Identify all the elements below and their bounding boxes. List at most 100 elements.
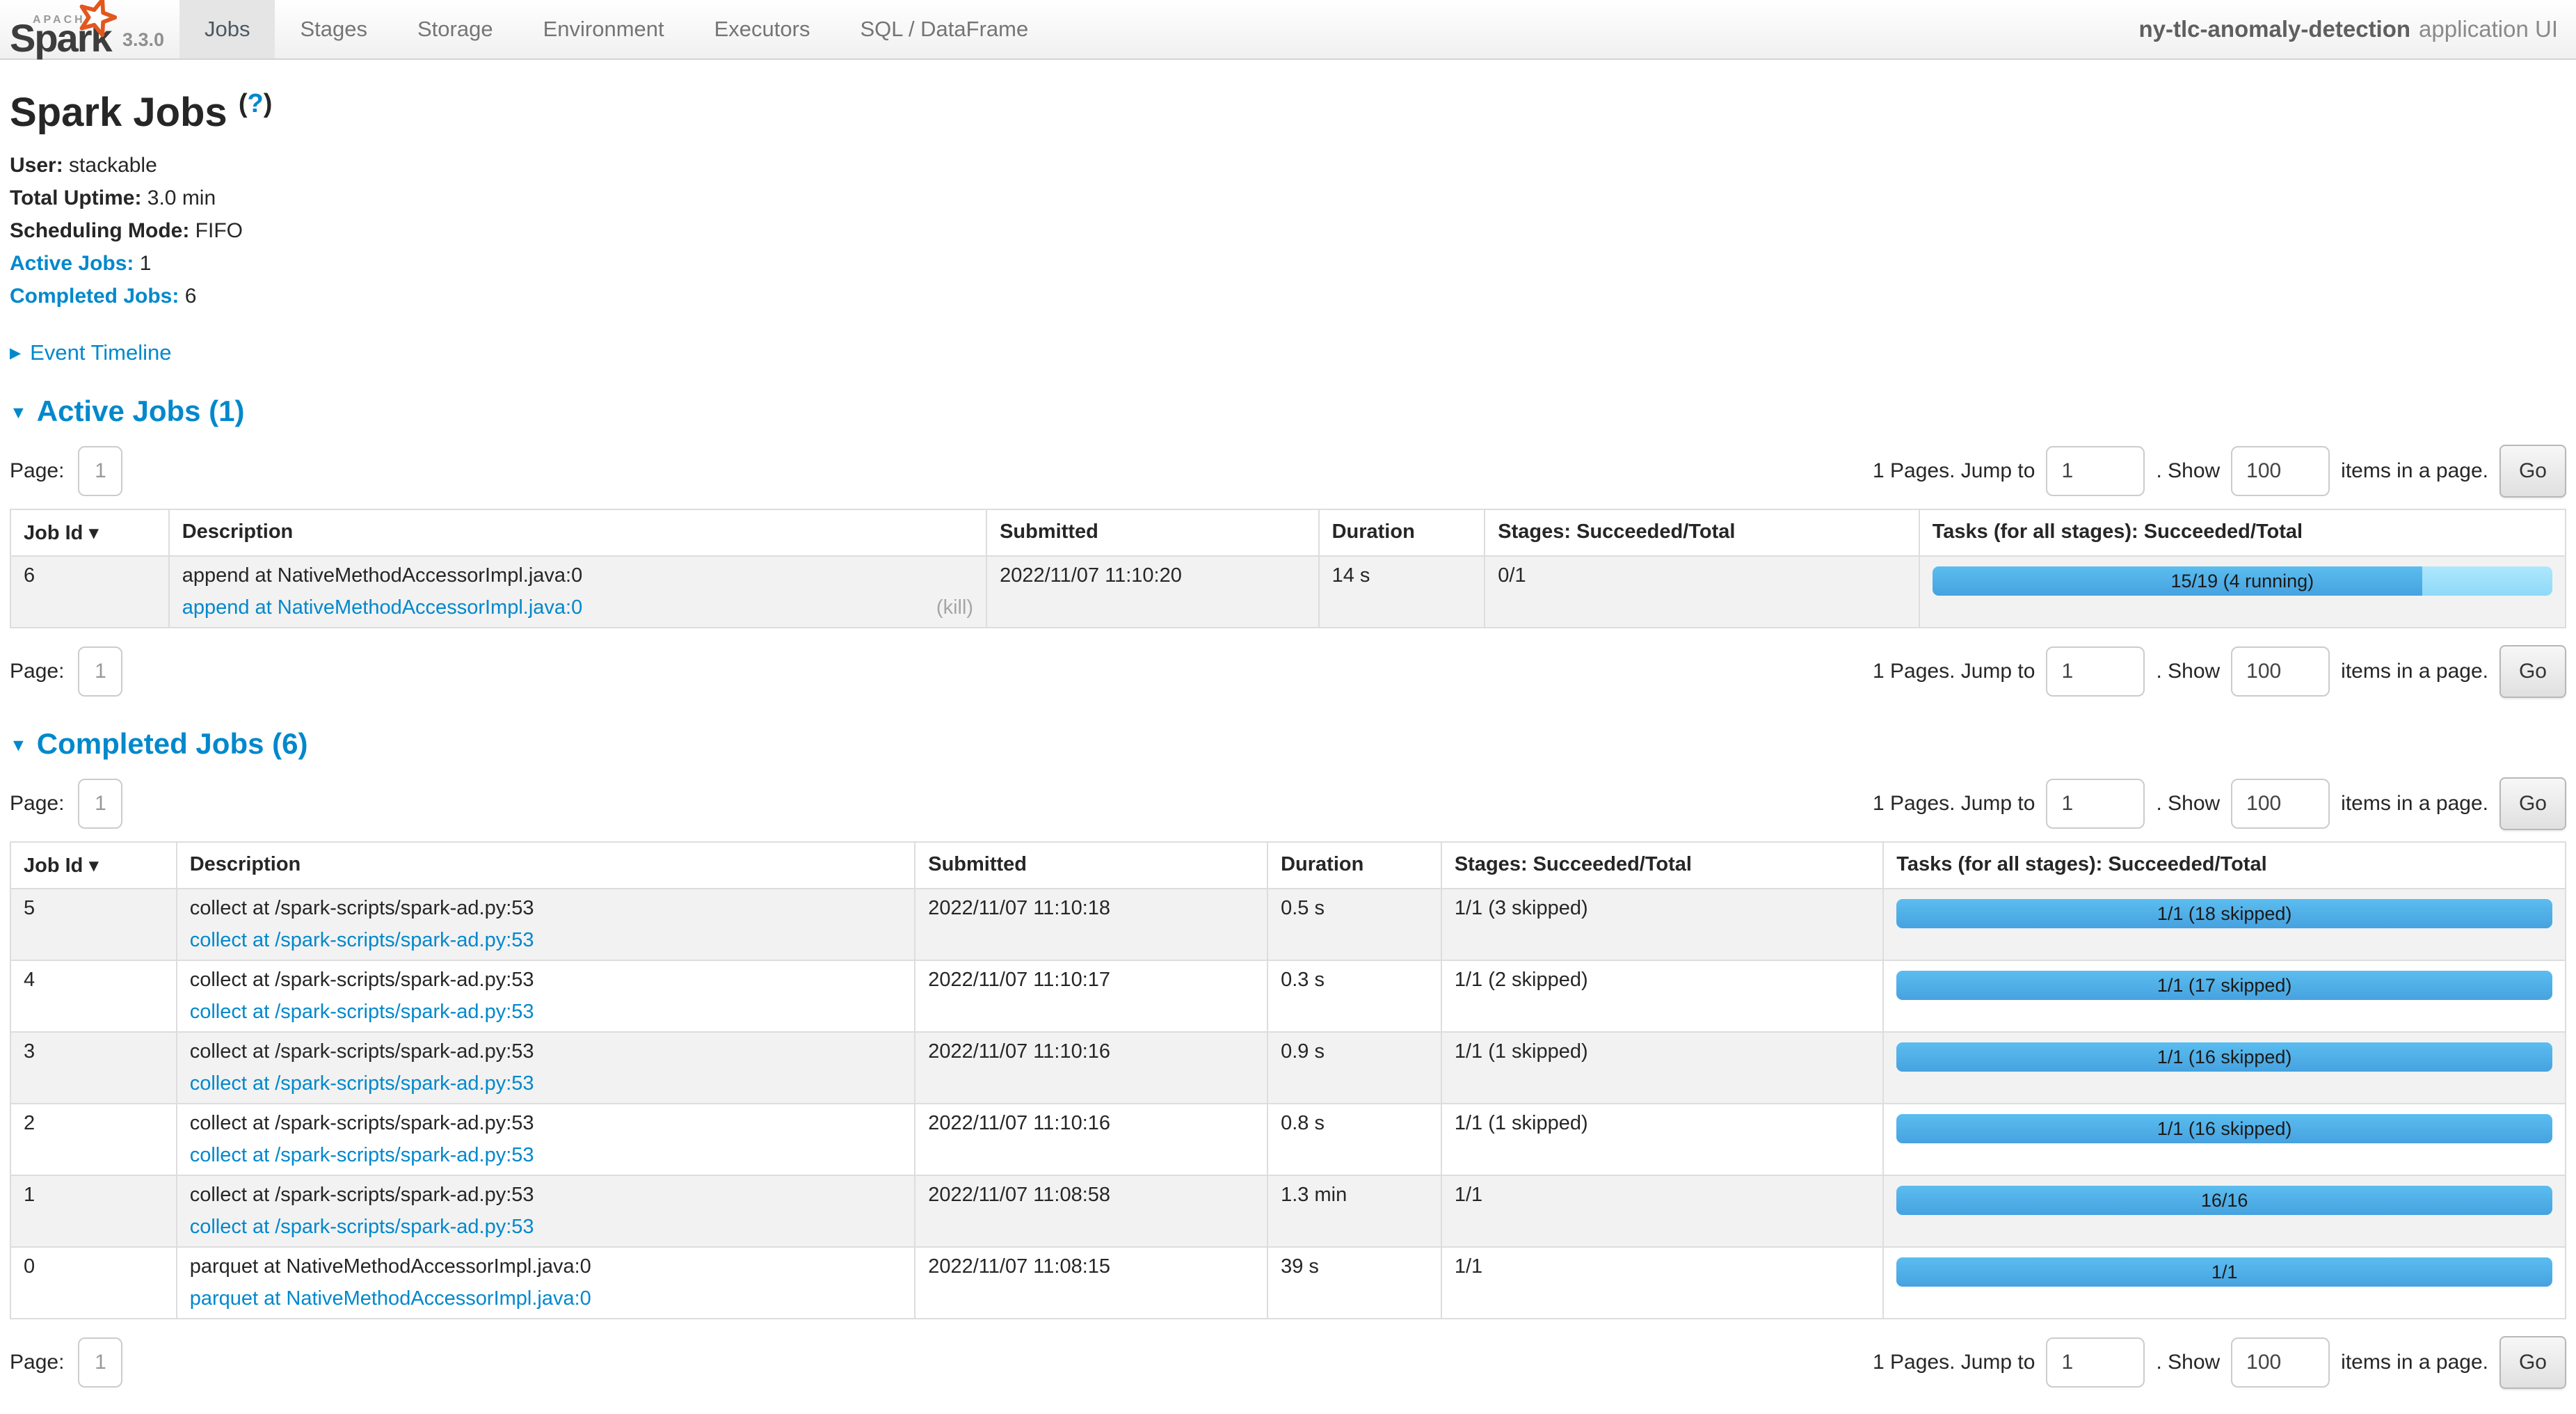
submitted-cell: 2022/11/07 11:10:16 xyxy=(915,1104,1267,1175)
summary-scheduling-value: FIFO xyxy=(195,219,243,242)
help-question-mark[interactable]: ? xyxy=(247,89,263,118)
current-page-button[interactable]: 1 xyxy=(78,1337,122,1388)
active-jobs-table-body: 6 append at NativeMethodAccessorImpl.jav… xyxy=(10,556,2566,628)
job-description-text: collect at /spark-scripts/spark-ad.py:53 xyxy=(190,969,902,992)
application-ui-suffix: application UI xyxy=(2419,16,2558,42)
completed-job-row: 1 collect at /spark-scripts/spark-ad.py:… xyxy=(10,1175,2566,1247)
jump-to-page-input[interactable] xyxy=(2046,646,2145,697)
job-description-link[interactable]: collect at /spark-scripts/spark-ad.py:53 xyxy=(190,1001,534,1024)
pagination-right: 1 Pages. Jump to . Show items in a page.… xyxy=(1873,445,2566,498)
tasks-progress-bar: 1/1 (16 skipped) xyxy=(1896,1114,2552,1143)
tasks-progress-bar: 15/19 (4 running) xyxy=(1933,566,2552,596)
nav-tab-environment[interactable]: Environment xyxy=(518,0,689,58)
duration-cell: 0.8 s xyxy=(1267,1104,1441,1175)
show-text: . Show xyxy=(2156,792,2220,816)
show-text: . Show xyxy=(2156,459,2220,483)
nav-tab-sql-dataframe[interactable]: SQL / DataFrame xyxy=(835,0,1053,58)
job-id-cell: 2 xyxy=(10,1104,177,1175)
items-per-page-input[interactable] xyxy=(2231,1337,2330,1388)
duration-cell: 0.3 s xyxy=(1267,960,1441,1032)
column-header-stages[interactable]: Stages: Succeeded/Total xyxy=(1485,509,1919,556)
items-per-page-input[interactable] xyxy=(2231,446,2330,496)
duration-cell: 0.5 s xyxy=(1267,889,1441,960)
items-per-page-input[interactable] xyxy=(2231,646,2330,697)
pages-jump-text: 1 Pages. Jump to xyxy=(1873,1351,2035,1374)
column-header-job-id[interactable]: Job Id ▾ xyxy=(10,509,169,556)
active-jobs-section-header[interactable]: ▼ Active Jobs (1) xyxy=(10,395,2566,428)
job-description-text: collect at /spark-scripts/spark-ad.py:53 xyxy=(190,897,902,920)
nav-tab-jobs[interactable]: Jobs xyxy=(179,0,275,58)
nav-tab-storage[interactable]: Storage xyxy=(392,0,518,58)
go-button[interactable]: Go xyxy=(2499,645,2566,698)
job-description-link[interactable]: collect at /spark-scripts/spark-ad.py:53 xyxy=(190,1216,534,1239)
active-jobs-pagination-top: Page: 1 1 Pages. Jump to . Show items in… xyxy=(10,445,2566,498)
column-header-submitted[interactable]: Submitted xyxy=(915,842,1267,889)
description-cell: collect at /spark-scripts/spark-ad.py:53… xyxy=(177,1032,915,1104)
jump-to-page-input[interactable] xyxy=(2046,779,2145,829)
nav-tab-executors[interactable]: Executors xyxy=(689,0,835,58)
submitted-cell: 2022/11/07 11:10:18 xyxy=(915,889,1267,960)
job-description-link[interactable]: collect at /spark-scripts/spark-ad.py:53 xyxy=(190,1072,534,1095)
job-description-link[interactable]: collect at /spark-scripts/spark-ad.py:53 xyxy=(190,929,534,952)
summary-uptime: Total Uptime: 3.0 min xyxy=(10,186,2566,210)
column-header-description[interactable]: Description xyxy=(169,509,986,556)
job-description-text: parquet at NativeMethodAccessorImpl.java… xyxy=(190,1255,902,1278)
active-jobs-pagination-bottom: Page: 1 1 Pages. Jump to . Show items in… xyxy=(10,645,2566,698)
page-title: Spark Jobs (?) xyxy=(10,89,2566,136)
summary-user-label: User: xyxy=(10,154,63,177)
column-header-duration[interactable]: Duration xyxy=(1319,509,1485,556)
nav-tab-stages[interactable]: Stages xyxy=(275,0,392,58)
current-page-button[interactable]: 1 xyxy=(78,446,122,496)
items-in-page-text: items in a page. xyxy=(2341,792,2488,816)
go-button[interactable]: Go xyxy=(2499,777,2566,830)
job-description-link[interactable]: parquet at NativeMethodAccessorImpl.java… xyxy=(190,1287,591,1310)
main-content: Spark Jobs (?) User: stackable Total Upt… xyxy=(0,89,2576,1414)
job-description-text: collect at /spark-scripts/spark-ad.py:53 xyxy=(190,1112,902,1135)
summary-active-jobs-value: 1 xyxy=(140,252,152,275)
summary-active-jobs-link[interactable]: Active Jobs: xyxy=(10,252,134,275)
job-description-link[interactable]: append at NativeMethodAccessorImpl.java:… xyxy=(182,596,582,619)
spark-version: 3.3.0 xyxy=(122,29,164,51)
event-timeline-label: Event Timeline xyxy=(30,340,171,365)
column-header-tasks[interactable]: Tasks (for all stages): Succeeded/Total xyxy=(1883,842,2566,889)
column-header-job-id[interactable]: Job Id ▾ xyxy=(10,842,177,889)
tasks-cell: 1/1 (18 skipped) xyxy=(1883,889,2566,960)
column-header-duration[interactable]: Duration xyxy=(1267,842,1441,889)
jump-to-page-input[interactable] xyxy=(2046,1337,2145,1388)
stages-cell: 1/1 (2 skipped) xyxy=(1441,960,1883,1032)
completed-job-row: 4 collect at /spark-scripts/spark-ad.py:… xyxy=(10,960,2566,1032)
column-header-submitted[interactable]: Submitted xyxy=(986,509,1318,556)
completed-jobs-table: Job Id ▾ Description Submitted Duration … xyxy=(10,841,2566,1319)
completed-job-row: 2 collect at /spark-scripts/spark-ad.py:… xyxy=(10,1104,2566,1175)
top-navbar: APACHE Spark 3.3.0 Jobs Stages Storage E… xyxy=(0,0,2576,60)
submitted-cell: 2022/11/07 11:08:15 xyxy=(915,1247,1267,1319)
items-per-page-input[interactable] xyxy=(2231,779,2330,829)
duration-cell: 39 s xyxy=(1267,1247,1441,1319)
page-label: Page: xyxy=(10,459,64,483)
kill-link[interactable]: (kill) xyxy=(936,596,973,619)
application-name: ny-tlc-anomaly-detection xyxy=(2138,16,2410,42)
collapsed-arrow-icon: ▶ xyxy=(10,344,21,362)
pagination-right: 1 Pages. Jump to . Show items in a page.… xyxy=(1873,1336,2566,1389)
summary-completed-jobs-value: 6 xyxy=(185,285,197,308)
column-header-description[interactable]: Description xyxy=(177,842,915,889)
job-description-link[interactable]: collect at /spark-scripts/spark-ad.py:53 xyxy=(190,1144,534,1167)
column-header-tasks[interactable]: Tasks (for all stages): Succeeded/Total xyxy=(1919,509,2566,556)
column-header-stages[interactable]: Stages: Succeeded/Total xyxy=(1441,842,1883,889)
stages-cell: 1/1 (3 skipped) xyxy=(1441,889,1883,960)
submitted-cell: 2022/11/07 11:10:17 xyxy=(915,960,1267,1032)
pagination-row: Page: 1 1 Pages. Jump to . Show items in… xyxy=(10,777,2566,830)
current-page-button[interactable]: 1 xyxy=(78,646,122,697)
active-jobs-section-title: Active Jobs (1) xyxy=(37,395,245,428)
completed-jobs-section-header[interactable]: ▼ Completed Jobs (6) xyxy=(10,727,2566,761)
event-timeline-toggle[interactable]: ▶ Event Timeline xyxy=(10,340,2566,365)
help-link[interactable]: (?) xyxy=(239,89,273,118)
jump-to-page-input[interactable] xyxy=(2046,446,2145,496)
go-button[interactable]: Go xyxy=(2499,445,2566,498)
tasks-cell: 16/16 xyxy=(1883,1175,2566,1247)
current-page-button[interactable]: 1 xyxy=(78,779,122,829)
summary-completed-jobs-link[interactable]: Completed Jobs: xyxy=(10,285,179,308)
go-button[interactable]: Go xyxy=(2499,1336,2566,1389)
summary-active-jobs: Active Jobs: 1 xyxy=(10,252,2566,276)
pagination-left: Page: 1 xyxy=(10,1337,122,1388)
